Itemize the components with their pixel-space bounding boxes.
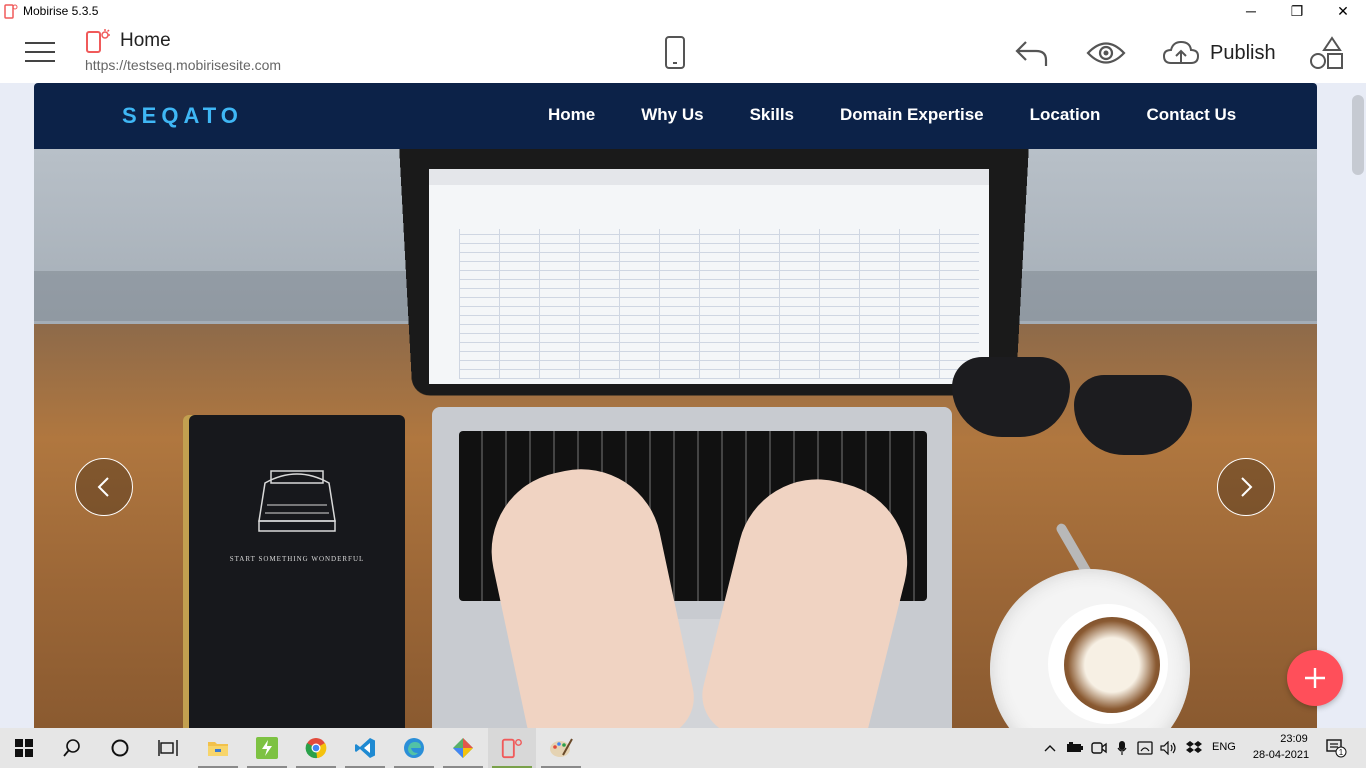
windows-taskbar: ENG 23:09 28-04-2021 1 [0, 728, 1366, 768]
publish-button[interactable]: Publish [1162, 36, 1276, 70]
app-toolbar: Home https://testseq.mobirisesite.com Pu… [0, 22, 1366, 83]
nav-item-why-us[interactable]: Why Us [641, 105, 703, 125]
mobirise-icon[interactable] [488, 728, 536, 768]
sunglasses-right-lens [1074, 375, 1192, 455]
chrome-icon[interactable] [292, 728, 340, 768]
language-indicator[interactable]: ENG [1212, 741, 1236, 753]
page-url: https://testseq.mobirisesite.com [85, 57, 282, 73]
preview-eye-icon[interactable] [1086, 40, 1126, 66]
window-titlebar: Mobirise 5.3.5 ─ ❐ ✕ [0, 0, 1366, 22]
app-bolt-icon[interactable] [243, 728, 291, 768]
chevron-left-icon [97, 477, 109, 497]
volume-icon[interactable] [1158, 728, 1180, 768]
site-navbar: SEQATO Home Why Us Skills Domain Experti… [34, 83, 1317, 149]
search-icon[interactable] [48, 728, 96, 768]
notification-count: 1 [1339, 748, 1344, 757]
menu-icon[interactable] [25, 40, 55, 64]
notebook-tagline: START SOMETHING WONDERFUL [229, 555, 365, 563]
tray-overflow-icon[interactable] [1040, 728, 1060, 768]
dropbox-icon[interactable] [1182, 728, 1206, 768]
site-nav-links: Home Why Us Skills Domain Expertise Loca… [548, 105, 1282, 125]
clock-date[interactable]: 28-04-2021 [1248, 749, 1314, 761]
workspace-scrollbar[interactable] [1350, 83, 1366, 728]
minimize-button[interactable]: ─ [1228, 0, 1274, 22]
notebook-image: START SOMETHING WONDERFUL [189, 415, 405, 728]
cortana-icon[interactable] [96, 728, 144, 768]
file-explorer-icon[interactable] [194, 728, 242, 768]
edge-icon[interactable] [390, 728, 438, 768]
laptop-screen [429, 169, 989, 384]
meet-now-icon[interactable] [1088, 728, 1110, 768]
chevron-right-icon [1241, 477, 1253, 497]
page-name[interactable]: Home [120, 30, 171, 52]
microphone-icon[interactable] [1112, 728, 1132, 768]
spreadsheet-header [429, 169, 989, 185]
nav-item-contact-us[interactable]: Contact Us [1146, 105, 1236, 125]
nav-item-location[interactable]: Location [1030, 105, 1101, 125]
editor-workspace: SEQATO Home Why Us Skills Domain Experti… [0, 83, 1366, 728]
mobirise-app-icon [4, 4, 18, 19]
vscode-icon[interactable] [341, 728, 389, 768]
nav-item-home[interactable]: Home [548, 105, 595, 125]
clock-time[interactable]: 23:09 [1264, 733, 1324, 745]
carousel-next-button[interactable] [1217, 458, 1275, 516]
workspace-scrollbar-thumb[interactable] [1352, 95, 1364, 175]
spreadsheet-grid [459, 229, 979, 379]
carousel-prev-button[interactable] [75, 458, 133, 516]
site-preview: SEQATO Home Why Us Skills Domain Experti… [34, 83, 1317, 728]
undo-icon[interactable] [1014, 38, 1050, 68]
publish-label: Publish [1210, 41, 1276, 64]
add-block-button[interactable] [1287, 650, 1343, 706]
notification-center-icon[interactable]: 1 [1318, 728, 1354, 768]
site-brand[interactable]: SEQATO [122, 103, 243, 129]
coffee [1064, 617, 1160, 713]
nav-item-skills[interactable]: Skills [750, 105, 794, 125]
window-title: Mobirise 5.3.5 [23, 4, 99, 18]
paint-icon[interactable] [537, 728, 585, 768]
hero-slider: START SOMETHING WONDERFUL [34, 149, 1317, 728]
mobile-preview-icon[interactable] [663, 36, 687, 70]
blocks-icon[interactable] [1308, 36, 1344, 70]
publish-cloud-icon [1162, 40, 1200, 64]
app-gem-icon[interactable] [439, 728, 487, 768]
maximize-button[interactable]: ❐ [1274, 0, 1320, 22]
nav-item-domain-expertise[interactable]: Domain Expertise [840, 105, 984, 125]
network-icon[interactable] [1134, 728, 1156, 768]
windows-start-icon[interactable] [0, 728, 48, 768]
close-button[interactable]: ✕ [1320, 0, 1366, 22]
page-icon [86, 29, 110, 53]
plus-icon [1305, 668, 1325, 688]
task-view-icon[interactable] [144, 728, 192, 768]
typewriter-icon [258, 470, 336, 532]
sunglasses-left-lens [952, 357, 1070, 437]
battery-icon[interactable] [1064, 728, 1086, 768]
